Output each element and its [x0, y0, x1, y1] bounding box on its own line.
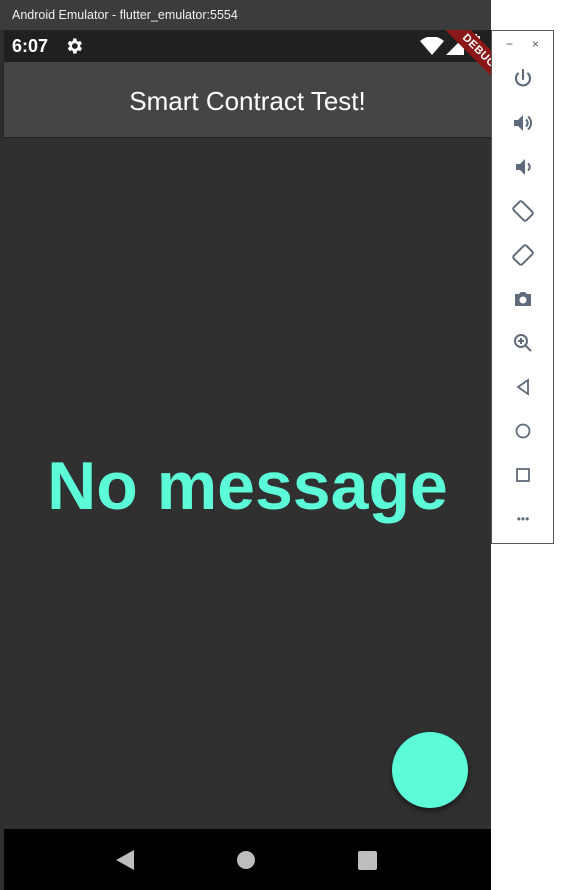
volume-down-button[interactable]	[511, 155, 535, 179]
emulator-toolbar: − × •••	[491, 30, 554, 544]
power-icon	[514, 68, 532, 87]
battery-icon	[470, 34, 480, 54]
overview-icon	[516, 468, 530, 482]
overview-button[interactable]	[511, 463, 535, 487]
close-button[interactable]: ×	[532, 37, 539, 51]
rotate-right-icon	[512, 244, 534, 266]
home-nav-icon[interactable]	[237, 851, 255, 869]
app-bar: Smart Contract Test!	[4, 62, 491, 137]
rotate-left-icon	[512, 200, 534, 222]
rotate-left-button[interactable]	[511, 199, 535, 223]
camera-icon	[515, 292, 531, 306]
page-title: Smart Contract Test!	[129, 86, 366, 116]
volume-down-icon	[516, 159, 531, 175]
minimize-button[interactable]: −	[506, 37, 513, 51]
rotate-right-button[interactable]	[511, 243, 535, 267]
screenshot-button[interactable]	[511, 287, 535, 311]
recents-nav-icon[interactable]	[358, 851, 377, 870]
back-icon	[516, 378, 529, 396]
android-status-bar: 6:07	[4, 30, 491, 62]
wifi-icon	[420, 37, 444, 55]
back-button[interactable]	[511, 375, 535, 399]
android-nav-bar	[4, 829, 491, 890]
window-title[interactable]: Android Emulator - flutter_emulator:5554	[0, 0, 491, 30]
emulator-window: Android Emulator - flutter_emulator:5554…	[0, 0, 491, 890]
power-button[interactable]	[511, 67, 535, 91]
zoom-in-icon	[514, 334, 532, 352]
cell-signal-icon	[446, 37, 464, 55]
volume-up-icon	[514, 115, 532, 131]
volume-up-button[interactable]	[511, 111, 535, 135]
status-time: 6:07	[12, 36, 49, 56]
back-nav-icon[interactable]	[116, 850, 134, 870]
message-text: No message	[47, 448, 448, 524]
zoom-button[interactable]	[511, 331, 535, 355]
more-button[interactable]: •••	[511, 507, 535, 531]
home-button[interactable]	[511, 419, 535, 443]
home-icon	[515, 423, 531, 439]
main-content: No message	[4, 138, 491, 829]
floating-action-button[interactable]	[392, 732, 468, 808]
gear-icon	[67, 38, 82, 54]
